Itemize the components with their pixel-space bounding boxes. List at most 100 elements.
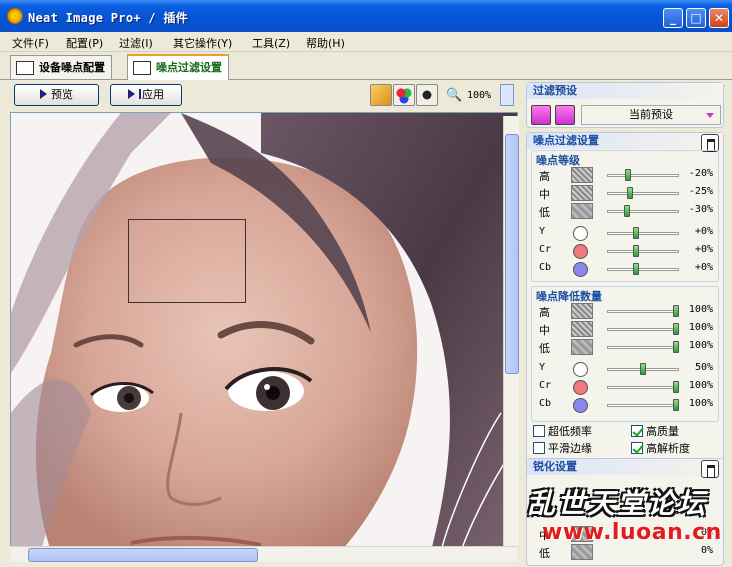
slider-track[interactable] <box>607 232 679 235</box>
checkbox[interactable] <box>533 442 545 454</box>
option-ultra-low-freq[interactable]: 超低频率 <box>533 423 592 439</box>
slider-knob[interactable] <box>623 205 630 217</box>
row-label: 低 <box>539 342 550 355</box>
menu-config[interactable]: 配置(P) <box>66 35 103 51</box>
vertical-scroll-thumb[interactable] <box>505 134 519 374</box>
option-high-quality[interactable]: 高质量 <box>631 423 679 439</box>
slider-track[interactable] <box>607 192 679 195</box>
row-value: 0% <box>700 545 713 556</box>
filter-settings-group: 噪点过滤设置 噪点等级 噪点降低数量 超低频率 高质量 平滑边缘 高解析度 高-… <box>526 132 724 494</box>
row-value: -30% <box>688 204 713 215</box>
slider-knob[interactable] <box>673 305 679 317</box>
slider-knob[interactable] <box>673 381 679 393</box>
row-value: -25% <box>688 186 713 197</box>
slider-track[interactable] <box>607 346 679 349</box>
sharpen-title: 锐化设置 <box>527 459 723 475</box>
reduction-row: 低 100% <box>527 338 725 356</box>
magnifier-icon[interactable]: 🔍 <box>446 88 462 103</box>
color-channels-icon[interactable] <box>393 84 415 106</box>
preview-toolbar: 预览 应用 🔍 100% <box>10 84 518 110</box>
slider-track[interactable] <box>607 268 679 271</box>
preview-button[interactable]: 预览 <box>14 84 99 106</box>
tab-label: 噪点过滤设置 <box>156 61 222 74</box>
checkbox[interactable] <box>631 442 643 454</box>
minimize-button[interactable]: _ <box>663 8 683 28</box>
maximize-button[interactable]: □ <box>686 8 706 28</box>
option-high-resolution[interactable]: 高解析度 <box>631 440 690 456</box>
filter-settings-icon <box>133 61 151 75</box>
menu-file[interactable]: 文件(F) <box>12 35 49 51</box>
bar-icon <box>139 89 141 99</box>
slider-knob[interactable] <box>625 169 632 181</box>
channel-color-icon <box>573 362 588 377</box>
tab-noise-filter-settings[interactable]: 噪点过滤设置 <box>127 54 229 80</box>
channel-color-icon <box>573 380 588 395</box>
image-viewport[interactable] <box>10 112 518 550</box>
menu-bar: 文件(F) 配置(P) 过滤(I) 其它操作(Y) 工具(Z) 帮助(H) <box>0 32 732 52</box>
slider-knob[interactable] <box>673 399 679 411</box>
noise-level-channel-row: Y +0% <box>527 224 725 242</box>
preset-title: 过滤预设 <box>527 83 723 99</box>
frequency-swatch <box>571 167 593 183</box>
horizontal-scroll-thumb[interactable] <box>28 548 258 562</box>
channel-color-icon <box>573 226 588 241</box>
frequency-swatch <box>571 203 593 219</box>
slider-track[interactable] <box>607 404 679 407</box>
vertical-scrollbar[interactable] <box>503 116 519 546</box>
tab-label: 设备噪点配置 <box>39 61 105 74</box>
apply-button[interactable]: 应用 <box>110 84 182 106</box>
slider-knob[interactable] <box>633 245 640 257</box>
slider-track[interactable] <box>607 328 679 331</box>
noise-level-row: 高 -20% <box>527 166 725 184</box>
slider-knob[interactable] <box>626 187 633 199</box>
watermark-url: www.luoan.cn <box>542 520 722 545</box>
row-value: +0% <box>694 262 713 273</box>
brightness-icon[interactable] <box>416 84 438 106</box>
noise-level-row: 低 -30% <box>527 202 725 220</box>
channel-color-icon <box>573 262 588 277</box>
reset-sharpen-trash-icon[interactable] <box>701 460 719 478</box>
channel-color-icon <box>573 398 588 413</box>
tab-device-noise-profile[interactable]: 设备噪点配置 <box>10 55 112 79</box>
horizontal-scrollbar[interactable] <box>10 546 518 562</box>
title-bar: Neat Image Pro+ / 插件 _ □ ✕ <box>0 0 732 32</box>
row-label: 中 <box>539 188 550 201</box>
menu-tools[interactable]: 工具(Z) <box>252 35 290 51</box>
menu-filter[interactable]: 过滤(I) <box>119 35 153 51</box>
checkbox[interactable] <box>533 425 545 437</box>
slider-knob[interactable] <box>633 263 640 275</box>
row-label: 低 <box>539 547 550 560</box>
slider-knob[interactable] <box>640 363 646 375</box>
slider-track[interactable] <box>607 310 679 313</box>
slider-track[interactable] <box>607 386 679 389</box>
option-label: 高解析度 <box>646 442 690 455</box>
preset-group: 过滤预设 当前预设 <box>526 82 724 128</box>
slider-track[interactable] <box>607 174 679 177</box>
preset-select[interactable]: 当前预设 <box>581 105 721 125</box>
row-value: -20% <box>688 168 713 179</box>
copy-layers-icon[interactable] <box>370 84 392 106</box>
option-label: 平滑边缘 <box>548 442 592 455</box>
slider-track[interactable] <box>607 250 679 253</box>
load-preset-icon[interactable] <box>531 105 551 125</box>
close-button[interactable]: ✕ <box>709 8 729 28</box>
row-value: 100% <box>688 398 713 409</box>
slider-knob[interactable] <box>633 227 640 239</box>
save-preset-icon[interactable] <box>555 105 575 125</box>
slider-track[interactable] <box>607 210 679 213</box>
reduction-channel-row: Y 50% <box>527 360 725 378</box>
option-smooth-edges[interactable]: 平滑边缘 <box>533 440 592 456</box>
reduction-row: 中 100% <box>527 320 725 338</box>
reduction-channel-row: Cb 100% <box>527 396 725 414</box>
noise-level-channel-row: Cb +0% <box>527 260 725 278</box>
zoom-spinner[interactable] <box>500 84 514 106</box>
sample-area-rectangle[interactable] <box>128 219 246 303</box>
channel-color-icon <box>573 244 588 259</box>
frequency-swatch <box>571 339 593 355</box>
checkbox[interactable] <box>631 425 643 437</box>
menu-other-ops[interactable]: 其它操作(Y) <box>173 35 232 51</box>
menu-help[interactable]: 帮助(H) <box>306 35 345 51</box>
slider-knob[interactable] <box>673 341 679 353</box>
zoom-level: 100% <box>467 90 492 101</box>
slider-knob[interactable] <box>673 323 679 335</box>
